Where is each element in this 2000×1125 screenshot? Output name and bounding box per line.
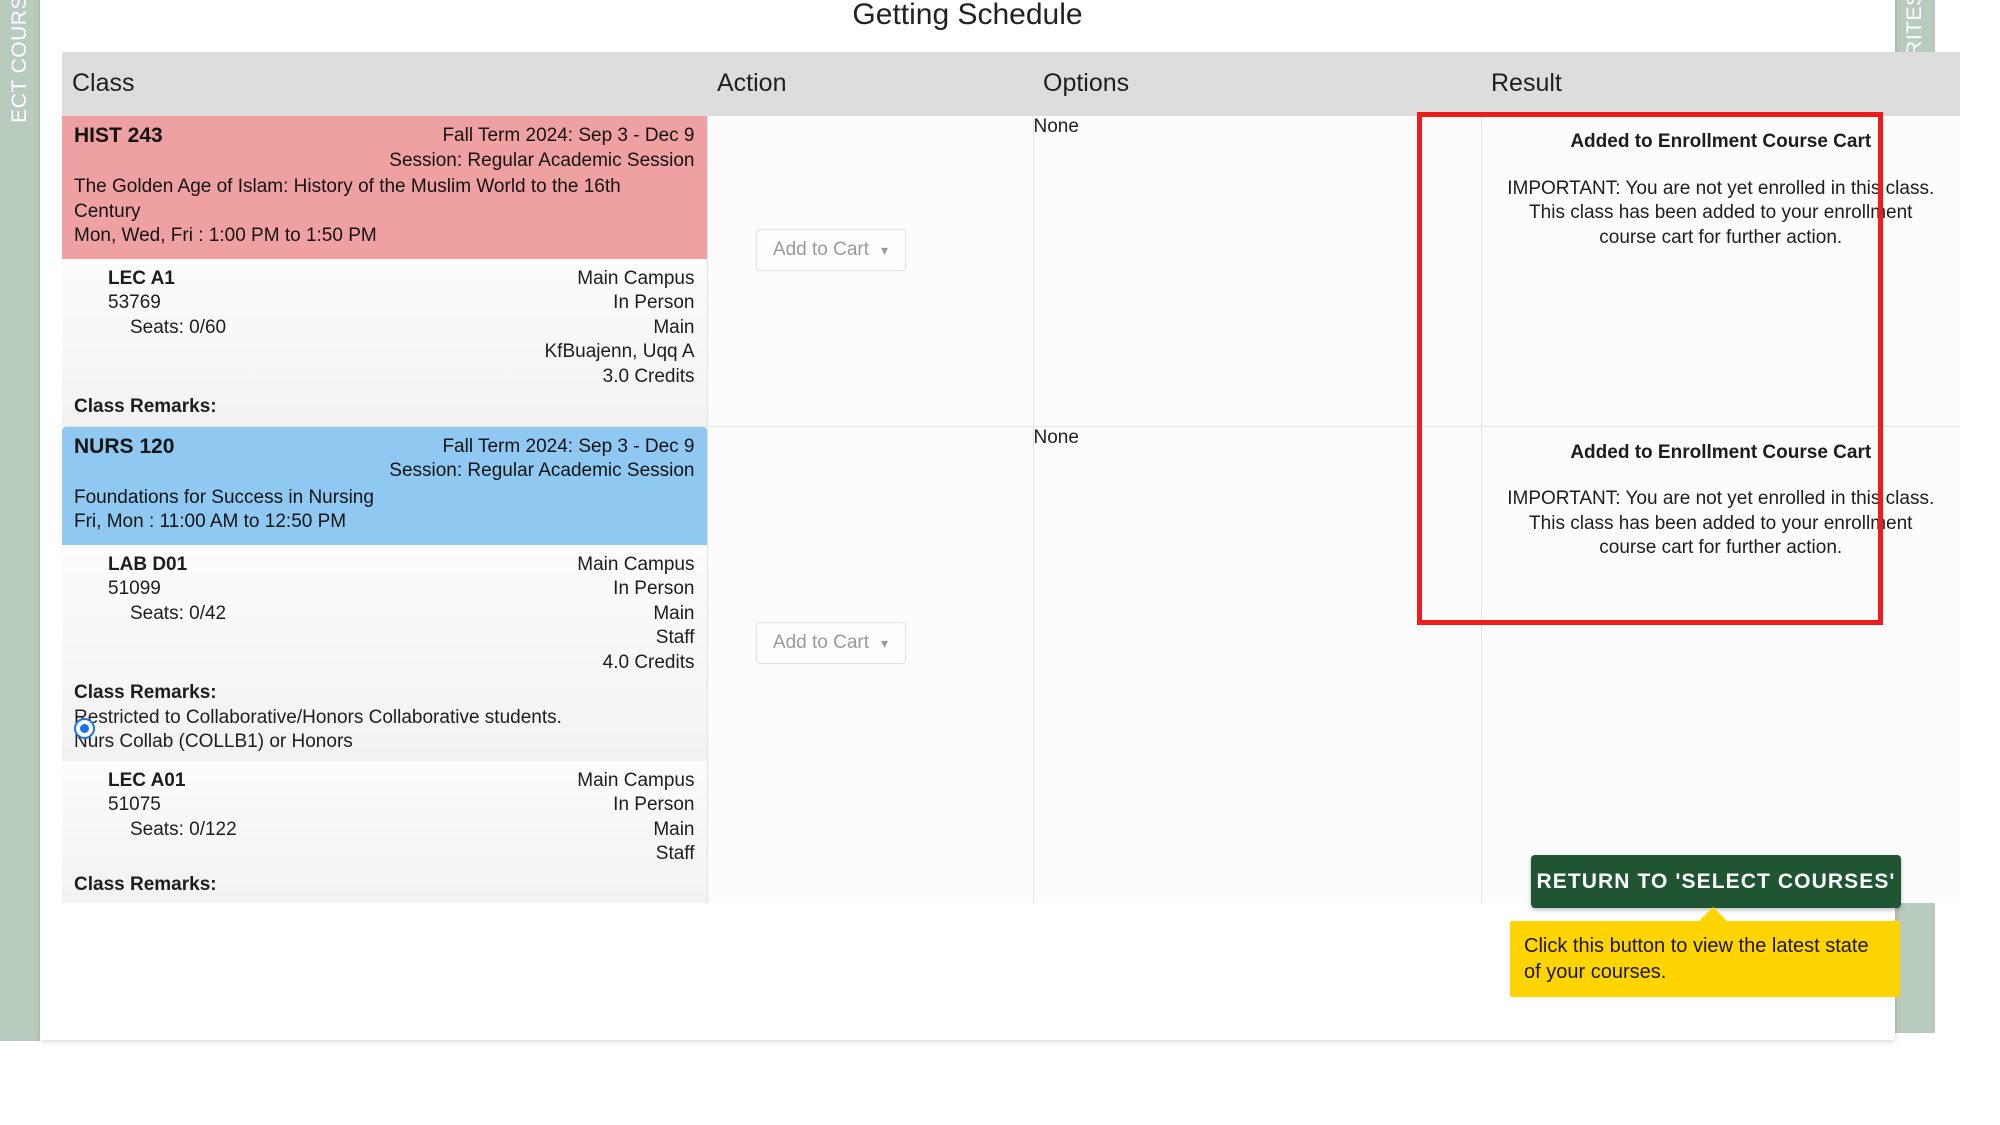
course-section[interactable]: LEC A1 53769 Seats: 0/60 Main Campus In …	[62, 258, 707, 426]
section-credits: 4.0 Credits	[602, 651, 695, 673]
table-body: HIST 243 Fall Term 2024: Sep 3 - Dec 9 S…	[62, 116, 1960, 903]
chevron-down-icon: ▾	[881, 242, 889, 258]
column-header-result: Result	[1481, 52, 1960, 116]
class-cell: NURS 120 Fall Term 2024: Sep 3 - Dec 9 S…	[62, 426, 708, 903]
section-instructor: KfBuajenn, Uqq A	[544, 341, 695, 362]
course-header[interactable]: HIST 243 Fall Term 2024: Sep 3 - Dec 9 S…	[62, 116, 707, 259]
sidebar-tab-select-courses-label: ECT COURSES	[8, 0, 31, 123]
result-title: Added to Enrollment Course Cart	[1570, 131, 1872, 152]
section-number: 53769	[108, 292, 161, 313]
section-mode: In Person	[613, 794, 695, 815]
options-cell: None	[1033, 426, 1482, 903]
result-body: IMPORTANT: You are not yet enrolled in t…	[1507, 488, 1935, 558]
class-cell: HIST 243 Fall Term 2024: Sep 3 - Dec 9 S…	[62, 116, 708, 427]
schedule-panel: Getting Schedule Class Action Options Re…	[40, 0, 1960, 1040]
column-header-action: Action	[707, 52, 1033, 116]
course-meeting-times: Mon, Wed, Fri : 1:00 PM to 1:50 PM	[74, 225, 377, 246]
table-row: NURS 120 Fall Term 2024: Sep 3 - Dec 9 S…	[62, 426, 1960, 903]
section-location: Main	[653, 818, 695, 840]
result-title: Added to Enrollment Course Cart	[1570, 441, 1872, 463]
course-title: Foundations for Success in Nursing	[74, 486, 374, 508]
section-campus: Main Campus	[577, 267, 695, 289]
section-seats: Seats: 0/60	[130, 316, 227, 338]
course-section[interactable]: LAB D01 51099 Seats: 0/42 Main Campus In…	[62, 544, 707, 761]
section-campus: Main Campus	[577, 553, 695, 575]
sidebar-tab-select-courses[interactable]: ECT COURSES	[0, 0, 40, 1041]
add-to-cart-dropdown[interactable]: Add to Cart ▾	[755, 229, 906, 271]
action-cell: Add to Cart ▾	[707, 426, 1034, 903]
section-number: 51099	[108, 578, 161, 599]
course-term: Fall Term 2024: Sep 3 - Dec 9	[442, 435, 695, 457]
page-title: Getting Schedule	[852, 0, 1083, 31]
app-root: ECT COURSES OURITES (2) Getting Schedule…	[0, 0, 2000, 1125]
column-header-class: Class	[62, 52, 707, 116]
add-to-cart-dropdown-label: Add to Cart	[772, 631, 870, 653]
section-location: Main	[653, 316, 695, 338]
section-remarks-label: Class Remarks:	[74, 396, 217, 417]
tooltip: Click this button to view the latest sta…	[1510, 921, 1900, 997]
section-code: LEC A1	[108, 267, 175, 289]
course-section[interactable]: LEC A01 51075 Seats: 0/122 Main Campus I…	[62, 760, 707, 903]
section-campus: Main Campus	[577, 769, 695, 791]
section-instructor: Staff	[655, 627, 695, 648]
section-instructor: Staff	[655, 843, 695, 864]
add-to-cart-dropdown[interactable]: Add to Cart ▾	[755, 621, 906, 664]
course-session: Session: Regular Academic Session	[389, 149, 695, 171]
options-cell: None	[1033, 116, 1482, 427]
tooltip-arrow-icon	[1698, 907, 1728, 922]
course-header[interactable]: NURS 120 Fall Term 2024: Sep 3 - Dec 9 S…	[62, 426, 707, 545]
schedule-table: Class Action Options Result HIST 243 Fal…	[62, 52, 1960, 903]
options-value: None	[1033, 426, 1079, 448]
course-code: NURS 120	[74, 434, 175, 458]
table-header-row: Class Action Options Result	[62, 52, 1960, 116]
section-remarks-label: Class Remarks:	[74, 682, 217, 703]
section-mode: In Person	[613, 292, 695, 313]
section-number: 51075	[108, 794, 161, 815]
section-code: LEC A01	[108, 769, 186, 791]
column-header-options: Options	[1033, 52, 1481, 116]
result-body: IMPORTANT: You are not yet enrolled in t…	[1507, 177, 1935, 248]
section-seats: Seats: 0/42	[130, 602, 227, 624]
section-mode: In Person	[613, 578, 695, 599]
table-header: Class Action Options Result	[62, 52, 1960, 116]
return-to-select-courses-button[interactable]: RETURN TO 'SELECT COURSES'	[1531, 855, 1901, 908]
action-cell: Add to Cart ▾	[707, 116, 1034, 427]
course-session: Session: Regular Academic Session	[389, 460, 695, 481]
course-code: HIST 243	[74, 124, 163, 147]
section-code: LAB D01	[108, 553, 188, 575]
course-meeting-times: Fri, Mon : 11:00 AM to 12:50 PM	[74, 511, 347, 532]
section-remark: Restricted to Collaborative/Honors Colla…	[74, 706, 562, 728]
result-cell: Added to Enrollment Course Cart IMPORTAN…	[1481, 116, 1960, 427]
options-value: None	[1033, 116, 1079, 137]
section-credits: 3.0 Credits	[602, 365, 695, 387]
add-to-cart-dropdown-label: Add to Cart	[772, 239, 870, 260]
section-remark: Nurs Collab (COLLB1) or Honors	[74, 731, 353, 752]
section-radio-selected[interactable]	[74, 717, 95, 739]
table-row: HIST 243 Fall Term 2024: Sep 3 - Dec 9 S…	[62, 116, 1960, 427]
course-term: Fall Term 2024: Sep 3 - Dec 9	[442, 125, 695, 146]
section-remarks-label: Class Remarks:	[74, 873, 217, 895]
course-title: The Golden Age of Islam: History of the …	[74, 176, 621, 222]
return-button-label: RETURN TO 'SELECT COURSES'	[1536, 869, 1896, 893]
result-cell: Added to Enrollment Course Cart IMPORTAN…	[1481, 426, 1960, 903]
section-location: Main	[653, 602, 695, 624]
chevron-down-icon: ▾	[881, 634, 889, 651]
section-seats: Seats: 0/122	[130, 818, 237, 840]
tooltip-text: Click this button to view the latest sta…	[1524, 935, 1869, 983]
